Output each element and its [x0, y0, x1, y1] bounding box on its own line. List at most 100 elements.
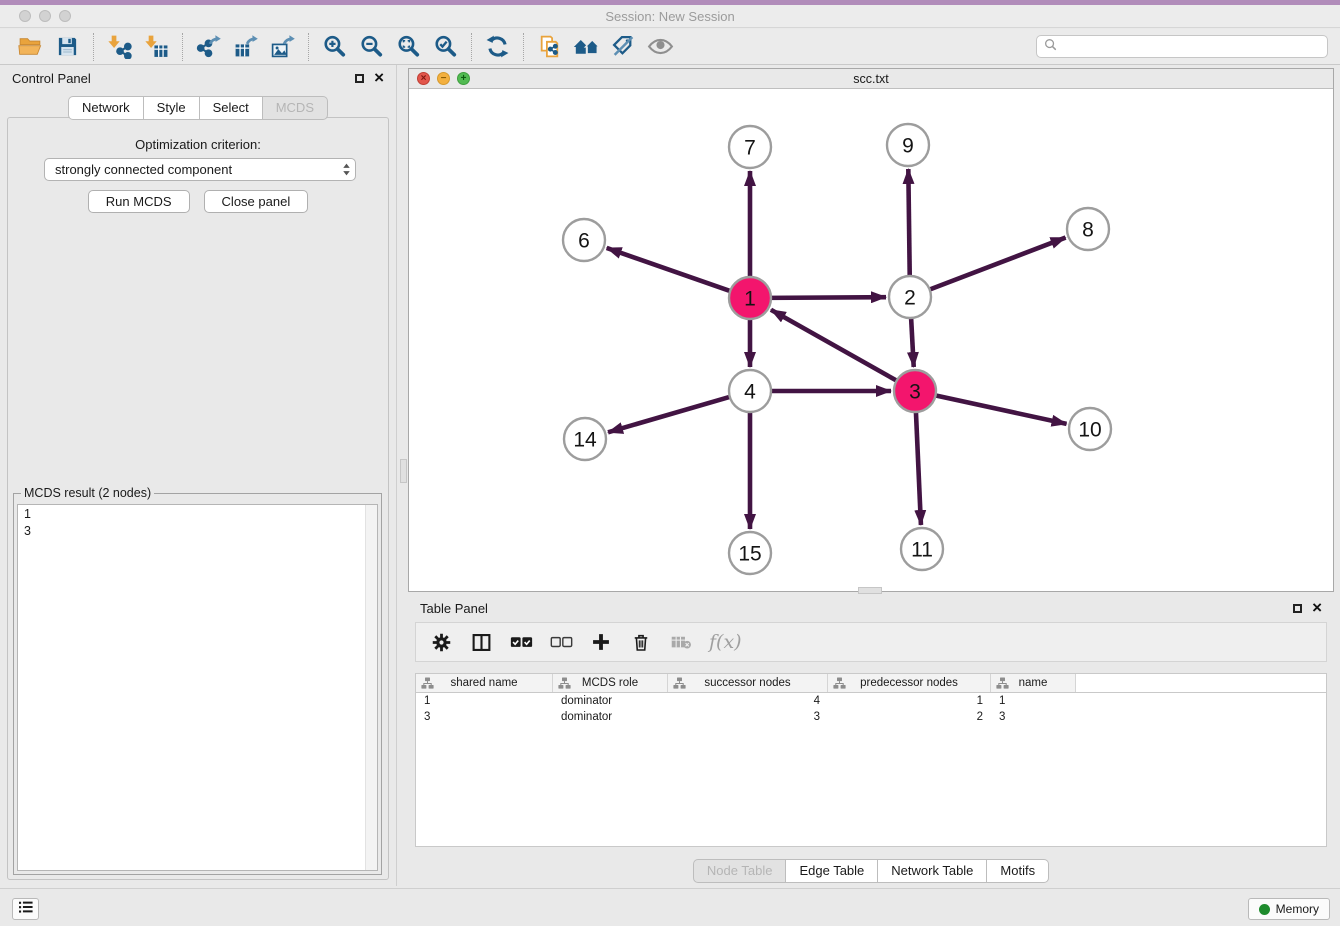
column-header-name[interactable]: name — [991, 674, 1076, 692]
save-session-icon[interactable] — [49, 32, 86, 62]
graph-edge-2-3[interactable] — [911, 316, 914, 367]
open-session-icon[interactable] — [12, 32, 49, 62]
column-tree-icon — [833, 677, 846, 692]
float-table-panel-icon[interactable] — [1293, 604, 1302, 613]
result-scrollbar[interactable] — [365, 505, 377, 870]
table-cell[interactable]: dominator — [553, 695, 668, 707]
delete-column-icon[interactable] — [629, 628, 653, 656]
table-cell[interactable]: 1 — [416, 695, 553, 707]
zoom-fit-icon[interactable] — [390, 32, 427, 62]
graph-edge-2-8[interactable] — [928, 238, 1066, 291]
close-panel-button[interactable]: Close panel — [204, 190, 309, 213]
export-network-icon[interactable] — [190, 32, 227, 62]
graph-node-4[interactable]: 4 — [729, 370, 771, 412]
network-window-titlebar[interactable]: × − + scc.txt — [409, 69, 1333, 89]
zoom-selected-icon[interactable] — [427, 32, 464, 62]
toolbar-separator — [93, 33, 94, 61]
export-table-icon[interactable] — [227, 32, 264, 62]
table-cell[interactable]: 1 — [828, 695, 991, 707]
column-header-shared-name[interactable]: shared name — [416, 674, 553, 692]
graph-edge-3-10[interactable] — [934, 395, 1067, 424]
table-cell[interactable]: 4 — [668, 695, 828, 707]
table-cell[interactable]: 3 — [991, 711, 1076, 723]
deselect-all-rows-icon[interactable] — [549, 628, 573, 656]
tab-mcds[interactable]: MCDS — [263, 96, 328, 120]
tab-style[interactable]: Style — [144, 96, 200, 120]
duplicate-network-icon[interactable] — [531, 32, 568, 62]
graph-node-8[interactable]: 8 — [1067, 208, 1109, 250]
close-window-button[interactable] — [19, 10, 31, 22]
import-table-icon[interactable] — [138, 32, 175, 62]
tab-select[interactable]: Select — [200, 96, 263, 120]
svg-text:6: 6 — [578, 230, 590, 253]
graph-node-6[interactable]: 6 — [563, 219, 605, 261]
table-cell[interactable]: 2 — [828, 711, 991, 723]
graph-node-9[interactable]: 9 — [887, 124, 929, 166]
close-network-button[interactable]: × — [417, 72, 430, 85]
graph-node-2[interactable]: 2 — [889, 276, 931, 318]
import-network-icon[interactable] — [101, 32, 138, 62]
column-visibility-icon[interactable] — [469, 628, 493, 656]
application-window: Session: New Session Control Panel × Net… — [0, 0, 1340, 926]
export-image-icon[interactable] — [264, 32, 301, 62]
maximize-network-button[interactable]: + — [457, 72, 470, 85]
vertical-splitter-handle[interactable] — [400, 459, 407, 483]
horizontal-splitter-handle[interactable] — [858, 587, 882, 594]
toggle-visibility-icon[interactable] — [642, 32, 679, 62]
close-table-panel-icon[interactable]: × — [1312, 603, 1322, 613]
refresh-layout-icon[interactable] — [479, 32, 516, 62]
column-header-mcds-role[interactable]: MCDS role — [553, 674, 668, 692]
add-column-icon[interactable] — [589, 628, 613, 656]
zoom-in-icon[interactable] — [316, 32, 353, 62]
graph-node-7[interactable]: 7 — [729, 126, 771, 168]
table-cell[interactable]: 1 — [991, 695, 1076, 707]
zoom-out-icon[interactable] — [353, 32, 390, 62]
svg-text:4: 4 — [744, 381, 756, 404]
svg-text:2: 2 — [904, 287, 916, 310]
mcds-result-list[interactable]: 13 — [17, 504, 378, 871]
run-mcds-button[interactable]: Run MCDS — [88, 190, 190, 213]
control-panel: Control Panel × NetworkStyleSelectMCDS O… — [0, 65, 397, 886]
column-header-successor-nodes[interactable]: successor nodes — [668, 674, 828, 692]
graph-node-15[interactable]: 15 — [729, 532, 771, 574]
tab-edge-table[interactable]: Edge Table — [786, 859, 878, 883]
hide-labels-icon[interactable] — [605, 32, 642, 62]
graph-node-3[interactable]: 3 — [894, 370, 936, 412]
home-network-icon[interactable] — [568, 32, 605, 62]
table-row[interactable]: 3dominator323 — [416, 709, 1326, 725]
graph-edge-2-9[interactable] — [908, 169, 909, 278]
maximize-window-button[interactable] — [59, 10, 71, 22]
task-history-button[interactable] — [12, 898, 39, 920]
table-cell[interactable]: dominator — [553, 711, 668, 723]
search-input[interactable] — [1061, 39, 1320, 55]
graph-node-11[interactable]: 11 — [901, 528, 943, 570]
tab-node-table[interactable]: Node Table — [693, 859, 787, 883]
minimize-window-button[interactable] — [39, 10, 51, 22]
close-panel-icon[interactable]: × — [374, 73, 384, 83]
graph-node-1[interactable]: 1 — [729, 277, 771, 319]
float-panel-icon[interactable] — [355, 74, 364, 83]
table-panel: Table Panel × f(x) shared nameMCDS roles… — [408, 595, 1334, 886]
graph-edge-3-1[interactable] — [771, 310, 899, 382]
table-row[interactable]: 1dominator411 — [416, 693, 1326, 709]
graph-edge-4-14[interactable] — [608, 396, 732, 432]
criterion-select[interactable]: strongly connected component — [44, 158, 356, 181]
network-graph-canvas[interactable]: 7 9 6 8 1 2 4 3 14 10 15 11 — [409, 89, 1333, 591]
table-cell[interactable]: 3 — [668, 711, 828, 723]
table-cell[interactable]: 3 — [416, 711, 553, 723]
column-header-predecessor-nodes[interactable]: predecessor nodes — [828, 674, 991, 692]
search-box[interactable] — [1036, 35, 1328, 58]
select-all-rows-icon[interactable] — [509, 628, 533, 656]
graph-node-14[interactable]: 14 — [564, 418, 606, 460]
table-settings-icon[interactable] — [429, 628, 453, 656]
graph-node-10[interactable]: 10 — [1069, 408, 1111, 450]
memory-button[interactable]: Memory — [1248, 898, 1330, 920]
table-body: 1dominator4113dominator323 — [416, 693, 1326, 725]
tab-network[interactable]: Network — [68, 96, 144, 120]
tab-network-table[interactable]: Network Table — [878, 859, 987, 883]
tab-motifs[interactable]: Motifs — [987, 859, 1049, 883]
graph-edge-1-6[interactable] — [607, 248, 732, 292]
graph-edge-1-2[interactable] — [769, 297, 886, 298]
minimize-network-button[interactable]: − — [437, 72, 450, 85]
graph-edge-3-11[interactable] — [916, 410, 921, 525]
